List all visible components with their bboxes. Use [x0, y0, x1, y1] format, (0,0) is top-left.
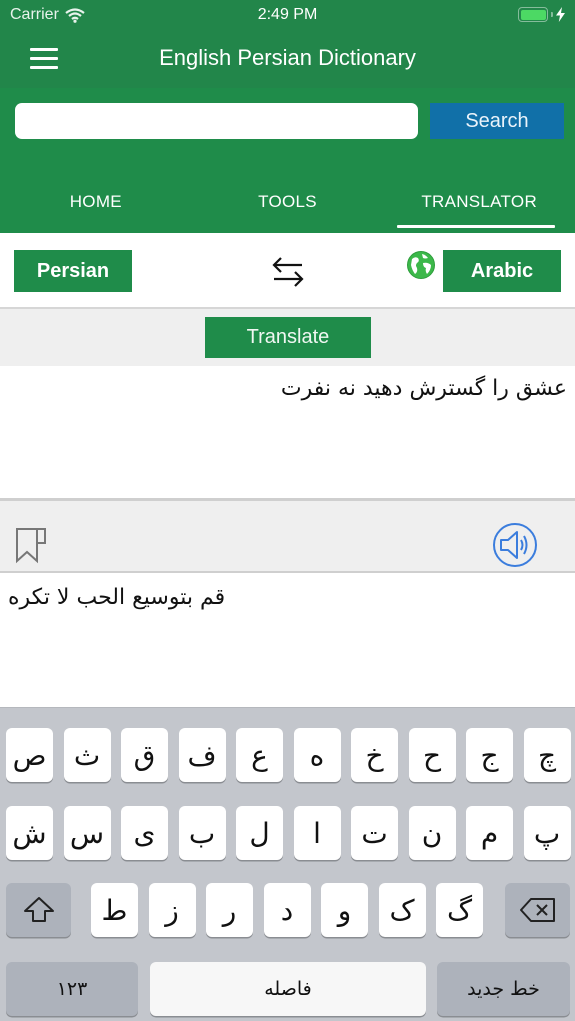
key-4[interactable]: ف	[178, 728, 226, 782]
space-key[interactable]: فاصله	[150, 962, 426, 1016]
key-4[interactable]: د	[263, 883, 311, 937]
target-language-button[interactable]: Arabic	[443, 250, 561, 292]
key-9[interactable]: م	[466, 806, 513, 860]
result-action-bar	[0, 501, 575, 573]
translate-row: Translate	[0, 309, 575, 366]
key-3[interactable]: ی	[121, 806, 168, 860]
key-5[interactable]: ل	[236, 806, 283, 860]
search-input[interactable]	[15, 103, 418, 139]
key-2[interactable]: ث	[63, 728, 111, 782]
key-1[interactable]: ط	[91, 883, 138, 937]
globe-icon[interactable]	[406, 250, 436, 280]
return-key[interactable]: خط جدید	[437, 962, 570, 1016]
battery-fill	[520, 9, 546, 20]
swap-arrows-icon[interactable]	[270, 255, 306, 289]
numbers-key[interactable]: ۱۲۳	[6, 962, 138, 1016]
key-7[interactable]: گ	[436, 883, 483, 937]
tab-translator[interactable]: TRANSLATOR	[383, 184, 575, 233]
key-3[interactable]: ق	[121, 728, 168, 782]
search-band: Search HOME TOOLS TRANSLATOR	[0, 88, 575, 233]
key-6[interactable]: ه	[293, 728, 341, 782]
app-title: English Persian Dictionary	[159, 45, 416, 70]
status-time: 2:49 PM	[257, 6, 318, 23]
battery-tip	[551, 12, 553, 17]
status-bar: Carrier 2:49 PM	[0, 0, 575, 30]
app-screen: Carrier 2:49 PM English Persian Dictiona…	[0, 0, 575, 1021]
key-9[interactable]: ج	[466, 728, 513, 782]
nav-bar: English Persian Dictionary	[0, 30, 575, 88]
source-language-button[interactable]: Persian	[14, 250, 132, 292]
key-10[interactable]: پ	[523, 806, 571, 860]
backspace-key[interactable]	[505, 883, 570, 937]
key-5[interactable]: ع	[236, 728, 283, 782]
key-7[interactable]: خ	[351, 728, 398, 782]
key-7[interactable]: ت	[351, 806, 398, 860]
search-button[interactable]: Search	[430, 103, 564, 139]
tab-bar: HOME TOOLS TRANSLATOR	[0, 184, 575, 233]
key-4[interactable]: ب	[178, 806, 226, 860]
battery-icon	[518, 7, 548, 22]
charging-bolt-icon	[556, 7, 565, 22]
key-1[interactable]: ص	[6, 728, 53, 782]
translation-result-text: قم بتوسيع الحب لا تكره	[8, 585, 226, 610]
backspace-icon	[519, 898, 555, 922]
key-1[interactable]: ش	[6, 806, 53, 860]
key-2[interactable]: ز	[148, 883, 196, 937]
key-3[interactable]: ر	[206, 883, 253, 937]
source-text-area[interactable]: عشق را گسترش دهید نه نفرت	[0, 366, 575, 501]
key-8[interactable]: ح	[408, 728, 456, 782]
speaker-icon[interactable]	[492, 522, 538, 568]
tab-home[interactable]: HOME	[0, 184, 192, 233]
key-6[interactable]: ا	[293, 806, 341, 860]
battery-indicator	[518, 7, 565, 22]
shift-key[interactable]	[6, 883, 71, 937]
key-6[interactable]: ک	[378, 883, 426, 937]
language-selector-row: Persian Arabic	[0, 233, 575, 309]
translation-result: قم بتوسيع الحب لا تكره	[0, 575, 575, 707]
key-8[interactable]: ن	[408, 806, 456, 860]
key-5[interactable]: و	[321, 883, 368, 937]
bookmark-icon[interactable]	[14, 526, 48, 564]
key-2[interactable]: س	[63, 806, 111, 860]
tab-tools[interactable]: TOOLS	[192, 184, 384, 233]
shift-icon	[23, 897, 54, 922]
persian-keyboard: صثقفعهخحجچ شسیبلاتنمپ طزردوکگ ۱۲۳ فاصله …	[0, 707, 575, 1021]
translate-button[interactable]: Translate	[205, 317, 371, 358]
key-10[interactable]: چ	[523, 728, 571, 782]
